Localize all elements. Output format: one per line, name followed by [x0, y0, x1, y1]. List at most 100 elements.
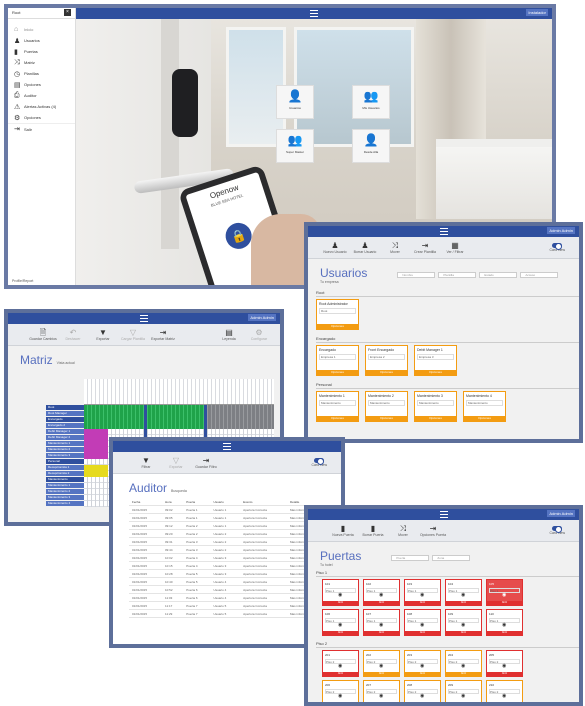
open-door-button[interactable]: Abrir [323, 702, 358, 706]
door-options-button[interactable]: ⇥ Opciones Puerta [418, 524, 448, 537]
open-door-button[interactable]: Abrir [405, 702, 440, 706]
door-card[interactable]: 101 Piso 1 ◉ Abrir [322, 579, 359, 606]
menu-icon[interactable] [140, 315, 148, 322]
door-card[interactable]: 108 Piso 1 ◉ Abrir [404, 609, 441, 636]
table-row[interactable]: 01/01/2015 10:52 Puerta 6 Usuario 4 Apertura… [129, 585, 331, 594]
table-row[interactable]: 01/01/2015 10:02 Puerta 4 Usuario 3 Apertura… [129, 553, 331, 562]
new-user-button[interactable]: ♟ Nuevo Usuario [320, 241, 350, 254]
door-card[interactable]: 106 Piso 1 ◉ Abrir [322, 609, 359, 636]
open-door-button[interactable]: Abrir [487, 601, 522, 605]
door-card[interactable]: 201 Piso 2 ◉ Abrir [322, 650, 359, 677]
sidebar-item-usuarios[interactable]: ♟ Usuarios [8, 35, 75, 46]
door-card[interactable]: 104 Piso 1 ◉ Abrir [445, 579, 482, 606]
open-door-button[interactable]: Abrir [487, 631, 522, 635]
menu-icon[interactable] [310, 10, 318, 17]
view-filter-button[interactable]: ▦ Ver / Filtrar [440, 241, 470, 254]
table-row[interactable]: 01/01/2015 09:02 Puerta 1 Usuario 1 Apertura… [129, 505, 331, 514]
sidebar-footer[interactable]: Profile/Report [12, 279, 33, 283]
topbar-user[interactable]: Instalador [526, 9, 548, 16]
column-header[interactable]: Fecha [129, 498, 163, 506]
door-card[interactable]: 210 Piso 2 ◉ Abrir [486, 680, 523, 706]
open-door-button[interactable]: Abrir [364, 702, 399, 706]
open-door-button[interactable]: Abrir [323, 631, 358, 635]
user-card[interactable]: Mantenimiento 1 Mantenimiento Opciones [316, 391, 359, 422]
open-door-button[interactable]: Abrir [487, 702, 522, 706]
topbar-user[interactable]: Admin Admin [547, 510, 575, 517]
tile-mis-usuarios[interactable]: 👥 Mis Usuarios [352, 85, 390, 119]
door-card[interactable]: 102 Piso 1 ◉ Abrir [363, 579, 400, 606]
menu-icon[interactable] [439, 511, 448, 518]
close-icon[interactable]: × [64, 9, 71, 16]
open-door-button[interactable]: Abrir [405, 601, 440, 605]
open-door-button[interactable]: Abrir [364, 631, 399, 635]
open-door-button[interactable]: Abrir [446, 601, 481, 605]
door-card[interactable]: 207 Piso 2 ◉ Abrir [363, 680, 400, 706]
sidebar-item-planillas[interactable]: ◷ Planillas [8, 68, 75, 79]
door-card[interactable]: 107 Piso 1 ◉ Abrir [363, 609, 400, 636]
tile-usuarios[interactable]: 👤 Usuarios [276, 85, 314, 119]
sidebar-item-puertas[interactable]: ▮ Puertas [8, 46, 75, 57]
sidebar-item-opciones[interactable]: ▤ Opciones [8, 79, 75, 90]
tile-desde-alla[interactable]: 👤 Desde Alla [352, 129, 390, 163]
column-header[interactable]: Puerta [183, 498, 211, 506]
door-card[interactable]: 109 Piso 1 ◉ Abrir [445, 609, 482, 636]
filter-acceso[interactable]: Acceso [520, 272, 559, 278]
export-button[interactable]: ▼ Exportar [88, 328, 118, 341]
legend-button[interactable]: ▤ Leyenda [214, 328, 244, 341]
user-card[interactable]: Mantenimiento 4 Mantenimiento Opciones [463, 391, 506, 422]
open-door-button[interactable]: Abrir [364, 601, 399, 605]
open-door-button[interactable]: Abrir [446, 631, 481, 635]
user-card[interactable]: Root Administrator Root Opciones [316, 299, 359, 330]
table-row[interactable]: 01/01/2015 10:40 Puerta 5 Usuario 4 Apertura… [129, 577, 331, 586]
door-card[interactable]: 205 Piso 2 ◉ Abrir [486, 650, 523, 677]
export-matrix-button[interactable]: ⇥ Exportar Matriz [148, 328, 178, 341]
door-card[interactable]: 103 Piso 1 ◉ Abrir [404, 579, 441, 606]
user-card[interactable]: Mantenimiento 2 Mantenimiento Opciones [365, 391, 408, 422]
open-door-button[interactable]: Abrir [446, 702, 481, 706]
table-row[interactable]: 01/01/2015 11:03 Puerta 6 Usuario 4 Apertura… [129, 593, 331, 602]
sidebar-item-auditor[interactable]: ⎙ Auditor [8, 90, 75, 101]
column-header[interactable]: Usuario [210, 498, 241, 506]
table-row[interactable]: 01/01/2015 09:20 Puerta 2 Usuario 2 Apertura… [129, 529, 331, 538]
undo-button[interactable]: ↶ Deshacer [58, 328, 88, 341]
new-door-button[interactable]: ▮ Nueva Puerta [328, 524, 358, 537]
door-card[interactable]: 110 Piso 1 ◉ Abrir [486, 609, 523, 636]
door-card[interactable]: 202 Piso 2 ◉ Abrir [363, 650, 400, 677]
filter-button[interactable]: ▼ Filtrar [131, 456, 161, 469]
door-card[interactable]: 208 Piso 2 ◉ Abrir [404, 680, 441, 706]
user-card[interactable]: Debit Manager 1 Empresa 3 Opciones [414, 345, 457, 376]
filter-plantilla[interactable]: Plantilla [438, 272, 477, 278]
sidebar-item-alertas[interactable]: ⚠ Alertas Activas (4) [8, 101, 75, 112]
table-row[interactable]: 01/01/2015 09:44 Puerta 3 Usuario 2 Apertura… [129, 545, 331, 554]
table-row[interactable]: 01/01/2015 11:17 Puerta 7 Usuario 5 Apertura… [129, 601, 331, 610]
sidebar-item-matriz[interactable]: ⤨ Matriz [8, 57, 75, 68]
save-filter-button[interactable]: ⇥ Guardar Filtro [191, 456, 221, 469]
sidebar-item-salir[interactable]: ⇥ Salir [8, 123, 75, 134]
user-card[interactable]: Front Encargado Empresa 2 Opciones [365, 345, 408, 376]
table-row[interactable]: 01/01/2015 11:29 Puerta 7 Usuario 5 Apertura… [129, 609, 331, 618]
card-view-toggle[interactable]: Card view [549, 526, 565, 535]
open-door-button[interactable]: Abrir [323, 601, 358, 605]
open-door-button[interactable]: Abrir [446, 672, 481, 676]
user-card[interactable]: Mantenimiento 3 Mantenimiento Opciones [414, 391, 457, 422]
sidebar-item-inicio[interactable]: ⌂ Inicio [8, 24, 75, 35]
open-door-button[interactable]: Abrir [364, 672, 399, 676]
table-row[interactable]: 01/01/2015 10:15 Puerta 4 Usuario 3 Apertura… [129, 561, 331, 570]
card-view-toggle[interactable]: Card view [311, 458, 327, 467]
delete-door-button[interactable]: ▮ Borrar Puerta [358, 524, 388, 537]
filter-zona[interactable]: Zona [432, 555, 471, 561]
configure-button[interactable]: ⚙ Configurar [244, 328, 274, 341]
sidebar-item-opciones-2[interactable]: ⚙ Opciones [8, 112, 75, 123]
topbar-user[interactable]: Admin Admin [547, 227, 575, 234]
load-template-button[interactable]: ▽ Cargar Plantilla [118, 328, 148, 341]
card-view-toggle[interactable]: Card view [549, 243, 565, 252]
door-card[interactable]: 204 Piso 2 ◉ Abrir [445, 650, 482, 677]
move-button[interactable]: ⤨ Mover [380, 241, 410, 254]
door-card[interactable]: 209 Piso 2 ◉ Abrir [445, 680, 482, 706]
filter-estado[interactable]: Estado [479, 272, 518, 278]
open-door-button[interactable]: Abrir [323, 672, 358, 676]
open-door-button[interactable]: Abrir [405, 672, 440, 676]
column-header[interactable]: Evento [240, 498, 287, 506]
door-card[interactable]: 105 Piso 1 ◉ Abrir [486, 579, 523, 606]
menu-icon[interactable] [439, 228, 448, 235]
